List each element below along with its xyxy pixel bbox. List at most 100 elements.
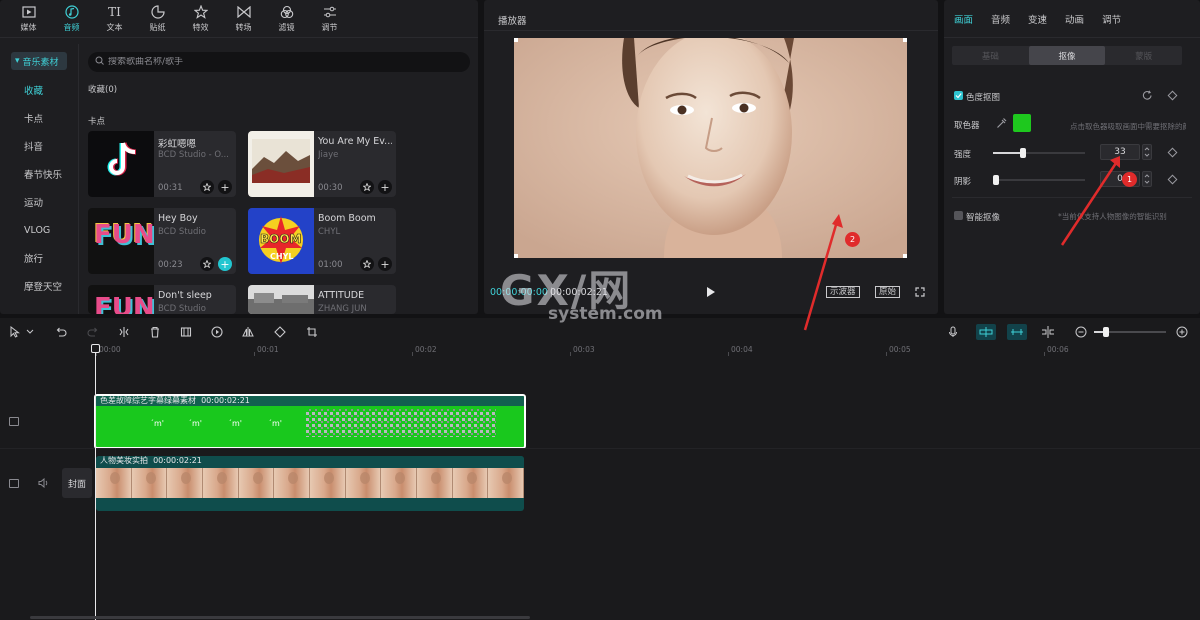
- zoom-in-icon[interactable]: [1175, 325, 1189, 339]
- music-card[interactable]: ATTITUDE ZHANG JUN: [248, 285, 396, 314]
- timeline-ruler[interactable]: 00:00 00:01 00:02 00:03 00:04 00:05 00:0…: [0, 345, 1200, 356]
- music-card[interactable]: You Are My Ev... Jiaye 00:30 +: [248, 131, 396, 197]
- shadow-slider-knob[interactable]: [993, 175, 999, 185]
- shadow-slider-track[interactable]: [993, 179, 1085, 181]
- linkage-icon[interactable]: [1041, 325, 1055, 339]
- tab-audio[interactable]: 音频: [987, 12, 1014, 26]
- tool-transition[interactable]: 转场: [222, 0, 265, 37]
- resize-handle[interactable]: [903, 254, 907, 258]
- playhead-handle[interactable]: [91, 344, 100, 353]
- sidebar-item-douyin[interactable]: 抖音: [0, 132, 76, 160]
- sidebar-item-travel[interactable]: 旅行: [0, 244, 76, 272]
- fullscreen-icon[interactable]: [915, 287, 925, 300]
- shadow-label: 阴影: [954, 177, 972, 187]
- tool-filter[interactable]: 滤镜: [265, 0, 308, 37]
- keyframe-diamond-icon[interactable]: [1167, 90, 1178, 101]
- tab-animation[interactable]: 动画: [1061, 12, 1088, 26]
- reset-icon[interactable]: [1142, 90, 1153, 104]
- music-card[interactable]: FUN Hey Boy BCD Studio 00:23 +: [88, 208, 236, 274]
- tab-adjust[interactable]: 调节: [1098, 12, 1125, 26]
- smart-keying-checkbox[interactable]: [954, 211, 963, 220]
- add-plus-icon[interactable]: +: [378, 180, 392, 194]
- ruler-label: 00:06: [1047, 345, 1069, 354]
- strength-stepper[interactable]: [1142, 144, 1152, 160]
- tool-media[interactable]: 媒体: [7, 0, 50, 37]
- sidebar-item-beat[interactable]: 卡点: [0, 104, 76, 132]
- freeze-frame-icon[interactable]: [179, 325, 193, 339]
- chevron-down-icon[interactable]: [25, 325, 35, 339]
- speaker-icon[interactable]: [38, 477, 49, 491]
- microphone-icon[interactable]: [946, 325, 960, 339]
- playhead[interactable]: [95, 346, 96, 620]
- strength-slider-fill: [993, 152, 1024, 154]
- sidebar-item-spring-festival[interactable]: 春节快乐: [0, 160, 76, 188]
- tool-adjust-label: 调节: [321, 22, 338, 32]
- delete-icon[interactable]: [148, 325, 162, 339]
- tool-sticker[interactable]: 贴纸: [136, 0, 179, 37]
- music-library-header[interactable]: ▾ 音乐素材: [11, 52, 67, 70]
- track-divider: [0, 448, 1200, 449]
- music-search-bar[interactable]: [88, 52, 470, 72]
- favorite-star-icon[interactable]: [200, 257, 214, 271]
- original-ratio-button[interactable]: 原始: [875, 286, 901, 298]
- auto-snap-icon[interactable]: [1007, 324, 1027, 340]
- favorite-star-icon[interactable]: [200, 180, 214, 194]
- tab-picture[interactable]: 画面: [950, 12, 977, 26]
- tool-audio[interactable]: 音频: [50, 0, 93, 37]
- song-artist: ZHANG JUN: [318, 304, 367, 314]
- resize-handle[interactable]: [514, 38, 518, 42]
- crop-icon[interactable]: [305, 325, 319, 339]
- favorite-star-icon[interactable]: [360, 180, 374, 194]
- strength-value-input[interactable]: 33: [1100, 144, 1140, 160]
- split-icon[interactable]: [117, 325, 131, 339]
- green-screen-clip[interactable]: 色差故障综艺字幕绿幕素材 00:00:02:21 ´m' ´m' ´m' ´m': [94, 394, 526, 449]
- eyedropper-icon[interactable]: [996, 117, 1007, 132]
- add-plus-icon[interactable]: +: [218, 180, 232, 194]
- tab-speed[interactable]: 变速: [1024, 12, 1051, 26]
- music-card[interactable]: BOOM CHYL Boom Boom CHYL 01:00 +: [248, 208, 396, 274]
- zoom-slider-knob[interactable]: [1103, 327, 1109, 337]
- cover-button[interactable]: 封面: [62, 468, 92, 498]
- resize-handle[interactable]: [514, 254, 518, 258]
- picked-color-swatch[interactable]: [1013, 114, 1031, 132]
- tool-text[interactable]: TI 文本: [93, 0, 136, 37]
- play-icon[interactable]: [705, 285, 717, 299]
- timeline-scrollbar[interactable]: [30, 616, 530, 619]
- rotate-icon[interactable]: [273, 325, 287, 339]
- main-video-clip[interactable]: 人物美妆实拍 00:00:02:21: [96, 456, 524, 511]
- video-frame: [274, 468, 311, 498]
- subtab-mask[interactable]: 蒙版: [1105, 46, 1182, 65]
- music-card[interactable]: FUN Don't sleep BCD Studio: [88, 285, 236, 314]
- sidebar-item-modern-sky[interactable]: 摩登天空: [0, 272, 76, 300]
- mirror-icon[interactable]: [241, 325, 255, 339]
- svg-text:´m': ´m': [268, 418, 282, 428]
- main-track-magnet-icon[interactable]: [976, 324, 996, 340]
- resize-handle[interactable]: [903, 38, 907, 42]
- add-plus-icon[interactable]: +: [378, 257, 392, 271]
- keyframe-diamond-icon[interactable]: [1167, 174, 1178, 185]
- music-card[interactable]: 彩虹嗯嗯 BCD Studio - O... 00:31 +: [88, 131, 236, 197]
- tool-text-label: 文本: [106, 22, 123, 32]
- select-cursor-icon[interactable]: [8, 325, 22, 339]
- sidebar-divider: [78, 44, 79, 314]
- sidebar-item-favorites[interactable]: 收藏: [0, 76, 76, 104]
- chroma-key-checkbox[interactable]: [954, 91, 963, 100]
- reverse-play-icon[interactable]: [210, 325, 224, 339]
- strength-slider-knob[interactable]: [1020, 148, 1027, 158]
- tool-adjust[interactable]: 调节: [308, 0, 351, 37]
- keyframe-diamond-icon[interactable]: [1167, 147, 1178, 158]
- video-preview[interactable]: [514, 38, 907, 258]
- shadow-stepper[interactable]: [1142, 171, 1152, 187]
- favorite-star-icon[interactable]: [360, 257, 374, 271]
- redo-icon[interactable]: [86, 325, 100, 339]
- scope-button[interactable]: 示波器: [826, 286, 860, 298]
- tool-effects[interactable]: 特效: [179, 0, 222, 37]
- zoom-out-icon[interactable]: [1074, 325, 1088, 339]
- sidebar-item-sports[interactable]: 运动: [0, 188, 76, 216]
- subtab-keying[interactable]: 抠像: [1028, 46, 1106, 65]
- undo-icon[interactable]: [54, 325, 68, 339]
- search-input[interactable]: [108, 57, 448, 67]
- subtab-basic[interactable]: 基础: [952, 46, 1029, 65]
- add-plus-icon[interactable]: +: [218, 257, 232, 271]
- sidebar-item-vlog[interactable]: VLOG: [0, 216, 76, 244]
